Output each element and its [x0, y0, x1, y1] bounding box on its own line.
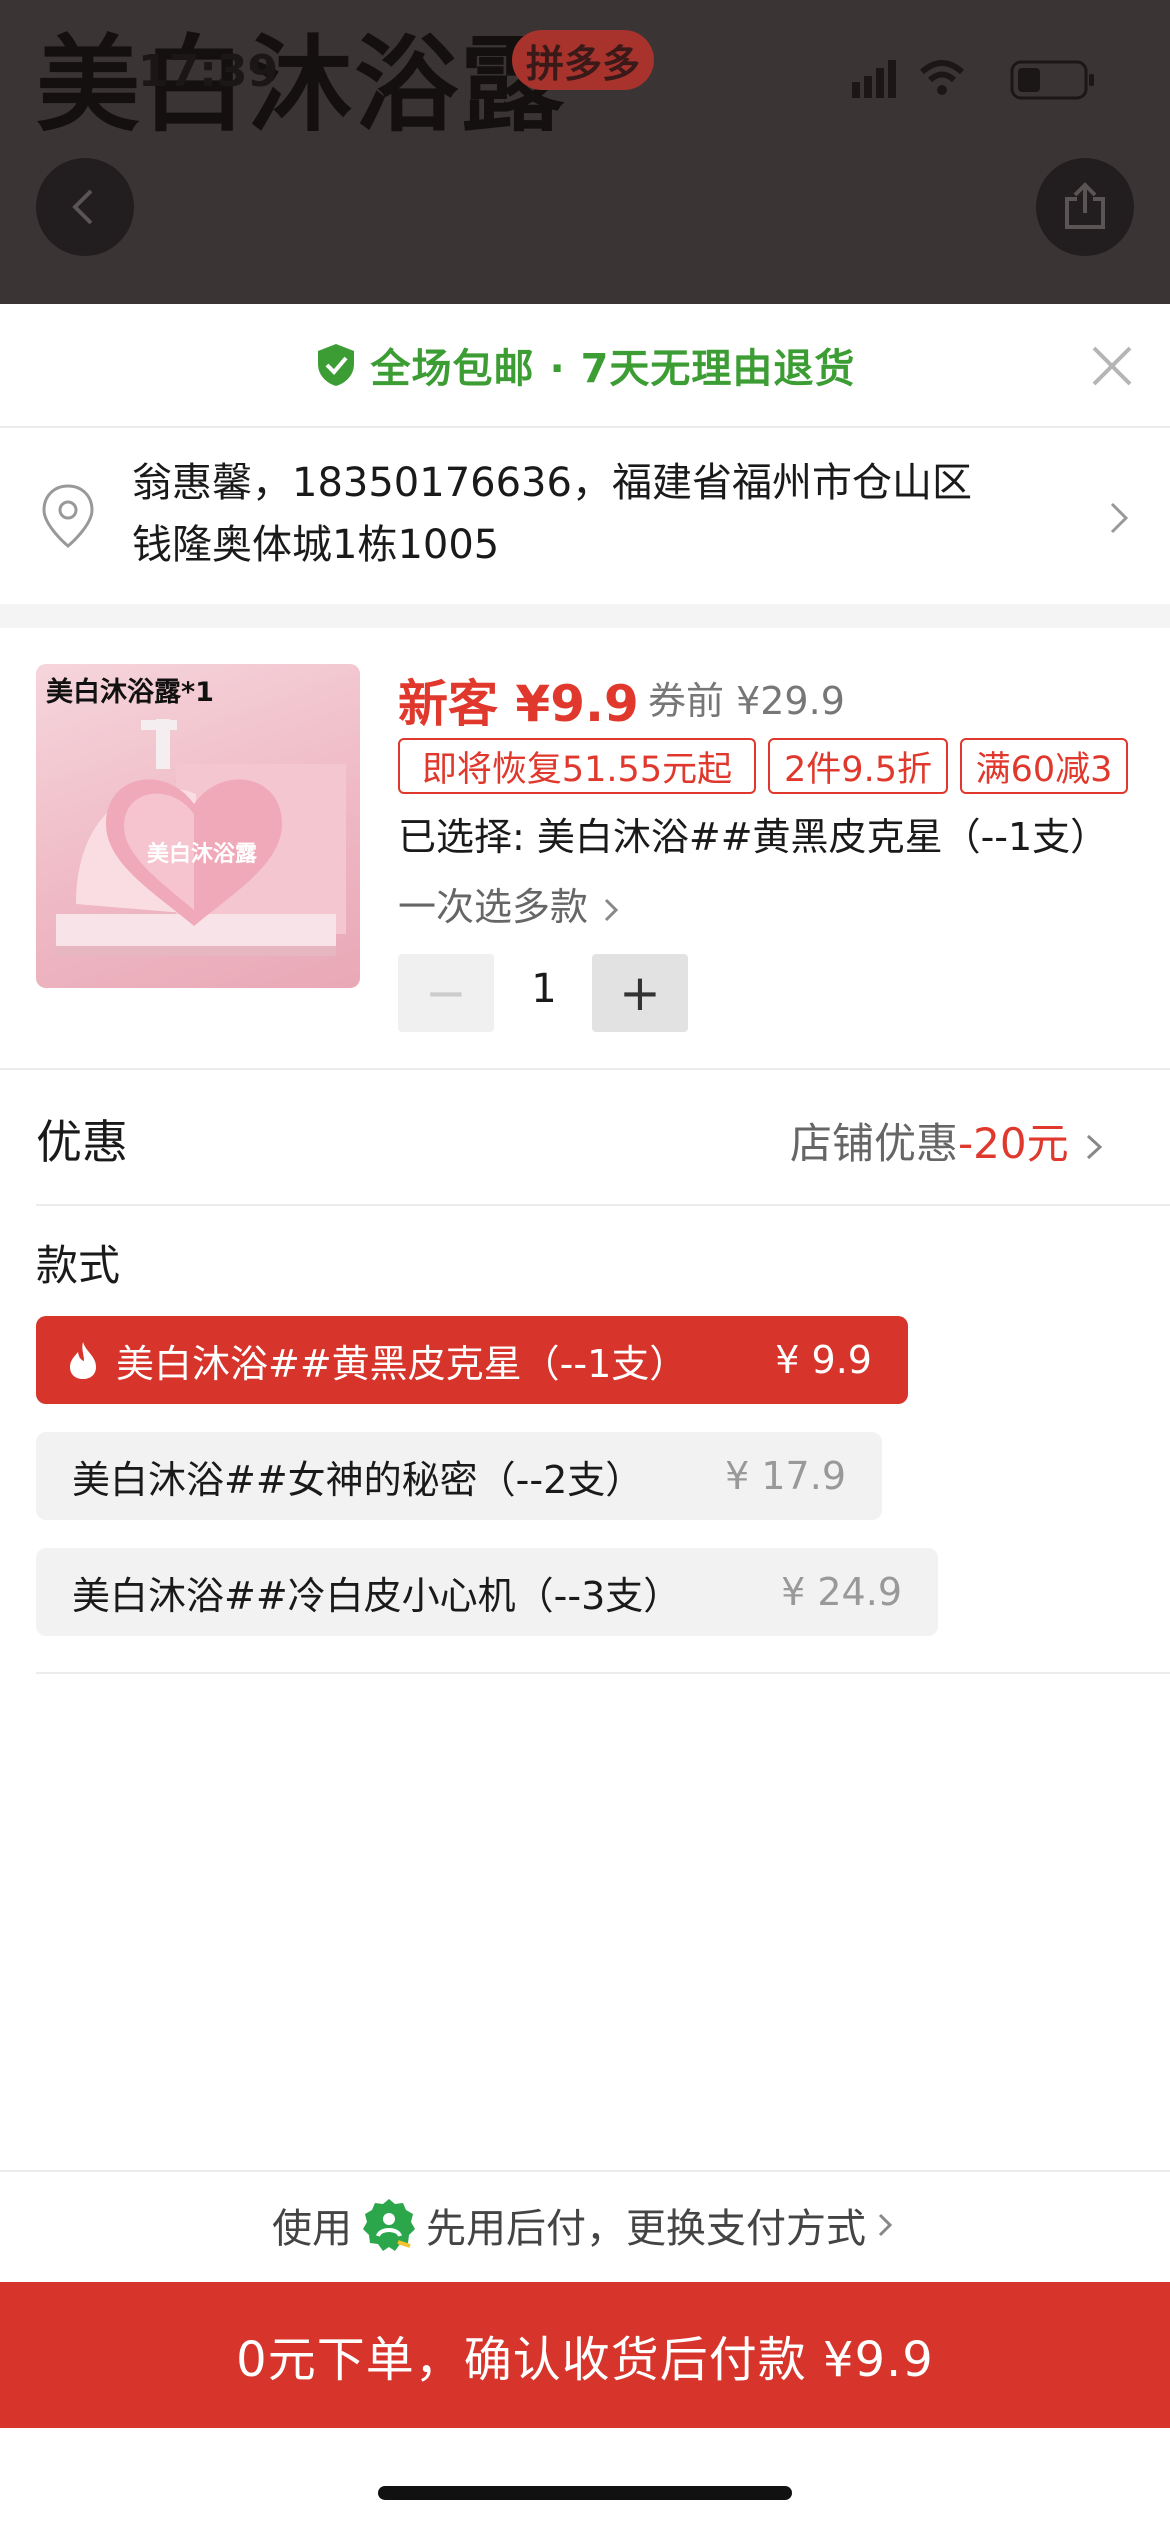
status-icons: [852, 60, 1094, 100]
discount-value: 店铺优惠-20元: [790, 1110, 1106, 1171]
selected-variant: 已选择: 美白沐浴##黄黑皮克星（--1支）: [398, 815, 1109, 859]
payment-method-row[interactable]: 使用 先用后付，更换支付方式: [0, 2170, 1170, 2280]
shipping-banner: 全场包邮 · 7天无理由退货: [0, 304, 1170, 426]
promo-tag: 2件9.5折: [768, 738, 948, 794]
status-time: 17:39: [138, 46, 279, 97]
address-text: 翁惠馨，18350176636，福建省福州市仓山区 钱隆奥体城1栋1005: [132, 452, 1032, 576]
multi-select-link[interactable]: 一次选多款: [398, 876, 622, 931]
style-option-name: 美白沐浴##黄黑皮克星（--1支）: [116, 1341, 688, 1386]
chevron-right-icon: [605, 898, 619, 921]
bottle-label: 美白沐浴露: [146, 842, 257, 867]
background-title: 美白沐浴露: [36, 24, 567, 146]
promo-tag: 满60减3: [960, 738, 1128, 794]
close-icon[interactable]: [1086, 340, 1138, 392]
product-image[interactable]: 美白沐浴露*1 美白沐浴露: [36, 664, 360, 988]
style-section-label: 款式: [36, 1241, 121, 1290]
pay-later-icon: [363, 2199, 415, 2251]
multi-select-label: 一次选多款: [398, 885, 589, 929]
payment-prefix: 使用: [272, 2206, 352, 2252]
chevron-right-icon: [1086, 1134, 1103, 1159]
shield-check-icon: [317, 344, 354, 386]
fire-icon: [70, 1342, 96, 1379]
divider: [36, 1204, 1170, 1206]
style-option-1[interactable]: 美白沐浴##黄黑皮克星（--1支） ¥ 9.9: [36, 1316, 908, 1404]
address-line1: 翁惠馨，18350176636，福建省福州市仓山区: [132, 460, 972, 506]
discount-prefix: 店铺优惠: [790, 1119, 959, 1168]
style-option-3[interactable]: 美白沐浴##冷白皮小心机（--3支） ¥ 24.9: [36, 1548, 938, 1636]
home-indicator[interactable]: [378, 2486, 792, 2500]
discount-amount: -20元: [958, 1119, 1069, 1168]
chevron-right-icon: [1110, 502, 1129, 534]
discount-label: 优惠: [36, 1115, 128, 1169]
pinduoduo-badge: 拼多多: [512, 30, 654, 90]
share-icon: [1065, 182, 1105, 229]
new-customer-price: 新客 ¥9.9: [398, 675, 639, 733]
style-option-name: 美白沐浴##冷白皮小心机（--3支）: [72, 1573, 682, 1618]
address-line2: 钱隆奥体城1栋1005: [132, 522, 500, 568]
share-button[interactable]: [1036, 158, 1134, 256]
product-photo: [56, 719, 346, 956]
quantity-value: 1: [531, 966, 557, 1012]
place-order-button[interactable]: 0元下单，确认收货后付款 ¥9.9: [0, 2282, 1170, 2428]
quantity-plus-button[interactable]: +: [592, 954, 688, 1032]
chevron-right-icon: [878, 2213, 893, 2237]
style-option-price: ¥ 17.9: [725, 1454, 846, 1498]
divider: [36, 1672, 1170, 1674]
promo-tag: 即将恢复51.55元起: [398, 738, 756, 794]
payment-text: 先用后付，更换支付方式: [426, 2206, 866, 2252]
style-option-2[interactable]: 美白沐浴##女神的秘密（--2支） ¥ 17.9: [36, 1432, 882, 1520]
back-button[interactable]: [36, 158, 134, 256]
pre-coupon-price: 券前 ¥29.9: [648, 679, 845, 723]
style-option-price: ¥ 9.9: [775, 1338, 872, 1382]
quantity-minus-button[interactable]: −: [398, 954, 494, 1032]
location-pin-icon: [42, 484, 94, 548]
background-page: 美白沐浴露 拼多多 17:39: [0, 0, 1170, 304]
style-option-price: ¥ 24.9: [781, 1570, 902, 1614]
style-option-name: 美白沐浴##女神的秘密（--2支）: [72, 1457, 644, 1502]
back-icon: [72, 189, 93, 225]
banner-text: 全场包邮 · 7天无理由退货: [370, 346, 856, 392]
section-gap: [0, 604, 1170, 628]
